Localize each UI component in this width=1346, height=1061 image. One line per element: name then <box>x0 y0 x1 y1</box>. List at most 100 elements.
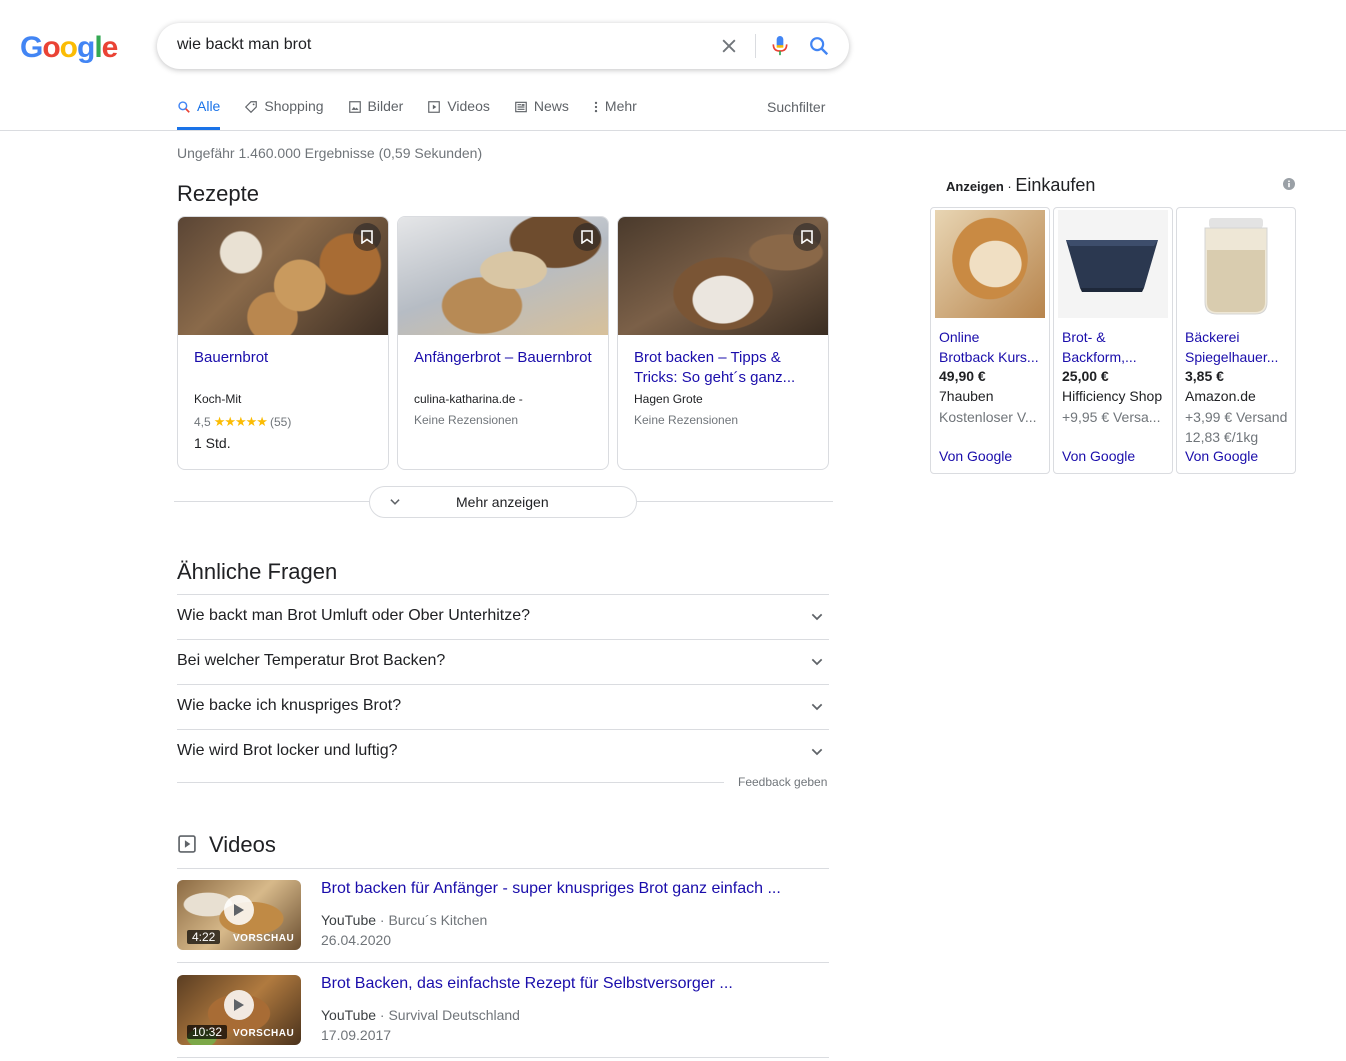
question-text: Bei welcher Temperatur Brot Backen? <box>177 652 446 669</box>
recipe-image <box>618 217 828 335</box>
video-platform: YouTube <box>321 912 377 928</box>
product-title[interactable]: Spiegelhauer... <box>1185 347 1293 367</box>
related-question[interactable]: Bei welcher Temperatur Brot Backen? <box>177 639 829 684</box>
product-card[interactable]: Bäckerei Spiegelhauer... 3,85 € Amazon.d… <box>1176 207 1296 474</box>
chevron-down-icon <box>811 748 823 756</box>
google-logo[interactable]: Google <box>20 31 119 65</box>
product-store: 7hauben <box>939 388 994 404</box>
tab-alle[interactable]: Alle <box>177 98 221 130</box>
save-recipe-button[interactable] <box>353 223 381 251</box>
recipe-source: Koch-Mit <box>194 392 242 406</box>
videos-heading: Videos <box>209 832 276 857</box>
search-icon <box>178 101 190 113</box>
questions-divider <box>177 782 724 783</box>
video-title[interactable]: Brot Backen, das einfachste Rezept für S… <box>321 975 733 993</box>
recipe-card[interactable]: Bauernbrot Koch-Mit 4,5 ★★★★★ (55) 1 Std… <box>177 216 389 470</box>
von-google-link[interactable]: Von Google <box>1062 448 1135 464</box>
product-card[interactable]: Online Brotback Kurs... 49,90 € 7hauben … <box>930 207 1050 474</box>
product-title[interactable]: Bäckerei <box>1185 327 1293 347</box>
ads-heading: Anzeigen · Einkaufen <box>946 175 1095 196</box>
search-icon[interactable] <box>808 35 830 57</box>
product-title[interactable]: Brot- & <box>1062 327 1170 347</box>
tab-label: Bilder <box>367 98 404 114</box>
logo-letter: l <box>94 31 102 64</box>
video-thumbnail[interactable]: 10:32 VORSCHAU <box>177 975 301 1045</box>
close-icon[interactable] <box>719 36 739 56</box>
play-icon <box>428 101 441 113</box>
logo-letter: e <box>101 31 119 64</box>
von-google-link[interactable]: Von Google <box>939 448 1012 464</box>
save-recipe-button[interactable] <box>573 223 601 251</box>
save-recipe-button[interactable] <box>793 223 821 251</box>
search-input[interactable]: wie backt man brot <box>177 36 311 54</box>
show-more-label: Mehr anzeigen <box>456 494 549 510</box>
baking-tin-image <box>1066 240 1158 292</box>
product-shipping: +3,99 € Versand <box>1185 409 1288 425</box>
play-icon <box>234 904 244 916</box>
product-price: 25,00 € <box>1062 368 1109 384</box>
related-question[interactable]: Wie backe ich knuspriges Brot? <box>177 684 829 729</box>
tab-mehr[interactable]: Mehr <box>593 98 637 130</box>
recipe-title[interactable]: Bauernbrot <box>194 348 380 368</box>
tag-icon <box>245 101 258 114</box>
recipe-reviews: Keine Rezensionen <box>414 413 519 427</box>
recipe-title[interactable]: Brot backen – Tipps & Tricks: So geht´s … <box>634 348 820 388</box>
chevron-down-icon <box>390 499 400 505</box>
product-title[interactable]: Online <box>939 327 1047 347</box>
product-image <box>1181 210 1291 318</box>
related-question[interactable]: Wie backt man Brot Umluft oder Ober Unte… <box>177 594 829 639</box>
recipe-image <box>398 217 608 335</box>
chevron-down-icon <box>811 703 823 711</box>
product-title[interactable]: Backform,... <box>1062 347 1170 367</box>
question-text: Wie backt man Brot Umluft oder Ober Unte… <box>177 607 531 624</box>
recipe-card[interactable]: Anfängerbrot – Bauernbrot culina-kathari… <box>397 216 609 470</box>
video-preview-label: VORSCHAU <box>233 933 295 944</box>
product-card[interactable]: Brot- & Backform,... 25,00 € Hifficiency… <box>1053 207 1173 474</box>
show-more-button[interactable]: Mehr anzeigen <box>369 486 637 518</box>
rating-value: 4,5 <box>194 415 211 429</box>
bookmark-icon <box>581 230 593 244</box>
recipe-reviews: Keine Rezensionen <box>634 413 739 427</box>
recipe-card[interactable]: Brot backen – Tipps & Tricks: So geht´s … <box>617 216 829 470</box>
video-source: YouTube · Burcu´s Kitchen <box>321 912 487 928</box>
more-vert-icon <box>594 101 598 113</box>
rating-count: (55) <box>269 415 292 429</box>
recipe-time: 1 Std. <box>194 435 231 451</box>
info-icon[interactable] <box>1283 178 1295 190</box>
video-divider <box>177 868 829 869</box>
recipe-title[interactable]: Anfängerbrot – Bauernbrot <box>414 348 600 368</box>
play-icon <box>234 999 244 1011</box>
feedback-link[interactable]: Feedback geben <box>738 775 827 789</box>
play-button[interactable] <box>224 990 254 1020</box>
product-price: 49,90 € <box>939 368 986 384</box>
tab-shopping[interactable]: Shopping <box>244 98 324 130</box>
product-image <box>1058 210 1168 318</box>
logo-letter: o <box>42 31 60 64</box>
tab-label: Mehr <box>604 98 637 114</box>
video-preview-label: VORSCHAU <box>233 1028 295 1039</box>
search-tools-button[interactable]: Suchfilter <box>767 99 825 115</box>
tab-videos[interactable]: Videos <box>427 98 490 130</box>
tab-bilder[interactable]: Bilder <box>348 98 404 130</box>
video-duration: 4:22 <box>187 930 221 944</box>
product-shipping: +9,95 € Versa... <box>1062 409 1161 425</box>
product-title[interactable]: Brotback Kurs... <box>939 347 1047 367</box>
video-title[interactable]: Brot backen für Anfänger - super knuspri… <box>321 880 781 898</box>
ads-label: Anzeigen <box>946 179 1004 194</box>
von-google-link[interactable]: Von Google <box>1185 448 1258 464</box>
logo-letter: G <box>20 31 43 64</box>
tab-label: Alle <box>197 98 221 114</box>
video-date: 17.09.2017 <box>321 1027 392 1043</box>
microphone-icon[interactable] <box>770 35 790 57</box>
play-button[interactable] <box>224 895 254 925</box>
video-icon <box>178 835 196 853</box>
video-date: 26.04.2020 <box>321 932 392 948</box>
video-thumbnail[interactable]: 4:22 VORSCHAU <box>177 880 301 950</box>
logo-letter: o <box>59 31 78 64</box>
related-question[interactable]: Wie wird Brot locker und luftig? <box>177 729 829 774</box>
search-box[interactable]: wie backt man brot <box>157 23 849 69</box>
result-stats: Ungefähr 1.460.000 Ergebnisse (0,59 Seku… <box>177 145 483 161</box>
bookmark-icon <box>361 230 373 244</box>
tab-news[interactable]: News <box>514 98 569 130</box>
video-platform: YouTube <box>321 1007 377 1023</box>
